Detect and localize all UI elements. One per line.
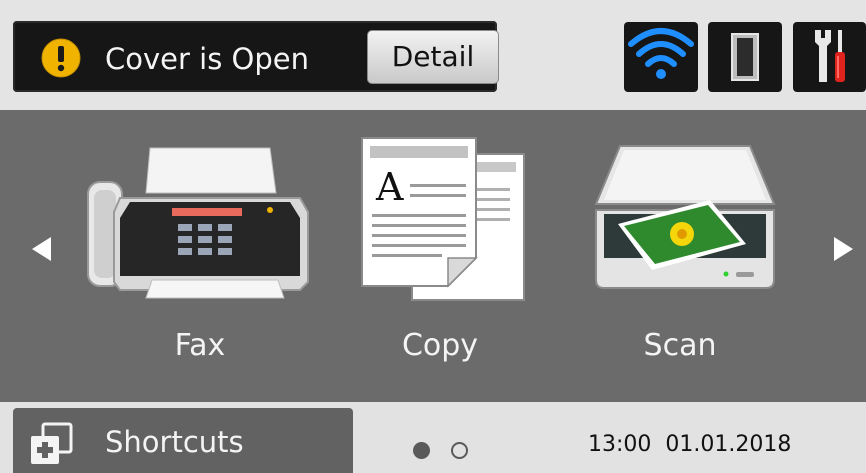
shortcuts-button[interactable]: Shortcuts: [13, 408, 353, 473]
arrow-left-icon[interactable]: [27, 234, 57, 264]
svg-text:A: A: [375, 165, 404, 209]
scan-label: Scan: [643, 328, 717, 363]
scan-icon: [594, 145, 776, 289]
fax-icon: [87, 147, 309, 299]
page-indicator-2: [451, 442, 468, 459]
copy-label: Copy: [401, 328, 479, 363]
detail-button[interactable]: Detail: [367, 30, 499, 84]
arrow-right-icon[interactable]: [828, 234, 858, 264]
status-bar: Cover is Open Detail: [0, 0, 866, 110]
settings-tools-icon: [815, 30, 845, 82]
wifi-icon: [628, 28, 694, 79]
shortcuts-label: Shortcuts: [105, 425, 244, 459]
ink-toner-button[interactable]: [708, 22, 782, 92]
fax-button[interactable]: Fax: [80, 128, 320, 390]
shortcuts-icon: [31, 422, 73, 464]
fax-label: Fax: [174, 328, 226, 363]
copy-button[interactable]: A Copy: [320, 128, 560, 390]
time: 13:00: [588, 432, 652, 457]
wifi-button[interactable]: [624, 22, 698, 92]
error-message-box: Cover is Open Detail: [13, 21, 499, 92]
page-indicator-1: [413, 442, 430, 459]
printer-home-screen: Cover is Open Detail Fax A Copy Scan Sho…: [0, 0, 866, 473]
ink-toner-icon: [731, 33, 759, 81]
date: 01.01.2018: [665, 432, 792, 457]
clock: 13:00 01.01.2018: [588, 429, 791, 461]
warning-icon: [41, 38, 81, 78]
copy-icon: A: [361, 137, 525, 301]
function-panel: Fax A Copy Scan: [0, 110, 866, 402]
scan-button[interactable]: Scan: [560, 128, 800, 390]
error-message: Cover is Open: [105, 42, 309, 76]
settings-button[interactable]: [793, 22, 866, 92]
